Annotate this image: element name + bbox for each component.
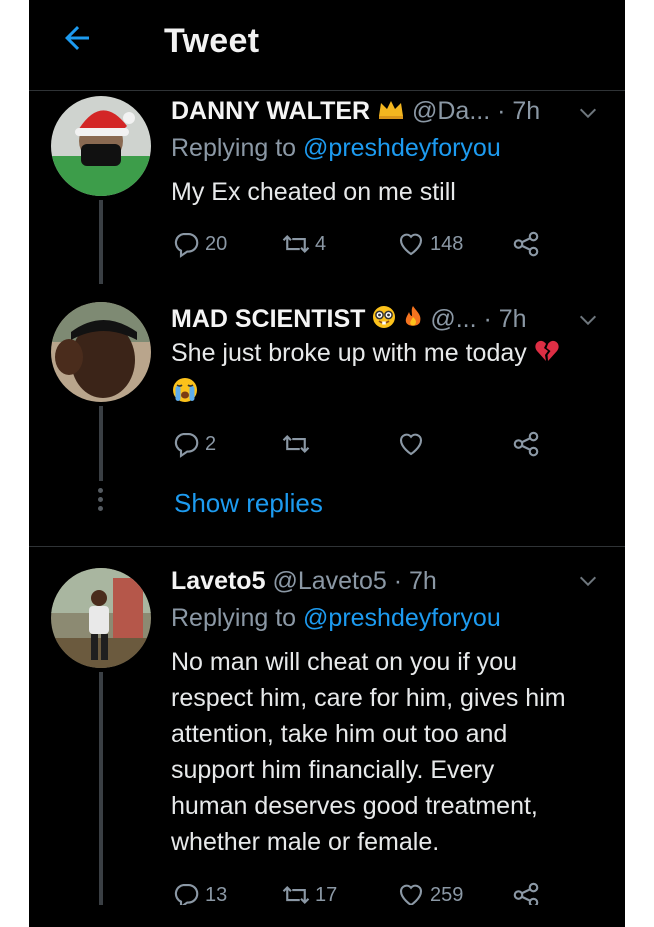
like-count: 259 [430,883,464,906]
avatar[interactable] [51,302,151,402]
back-button[interactable] [59,20,103,60]
timestamp[interactable]: · 7h [497,97,540,125]
handle[interactable]: @Da... [412,97,490,125]
retweet-button[interactable]: 4 [281,227,326,261]
tweet-laveto5[interactable]: Laveto5 @Laveto5 · 7h Replying to @presh… [29,560,625,909]
mention-link[interactable]: @preshdeyforyou [303,604,501,632]
tweet-text-line: attention, take him out too and [171,720,508,748]
replying-to: Replying to @preshdeyforyou [171,604,501,633]
retweet-count: 4 [315,232,327,255]
tweet-actions: 2 [171,427,591,461]
share-button[interactable] [511,427,541,461]
thread-line [99,200,103,284]
thread-dots [98,488,104,515]
retweet-icon [282,234,310,254]
reply-count: 2 [205,432,217,455]
mention-link[interactable]: @preshdeyforyou [303,134,501,162]
tweet-text-emoji-line [171,376,199,411]
crying-face-emoji [171,376,199,411]
display-name[interactable]: Laveto5 [171,567,265,595]
display-name[interactable]: MAD SCIENTIST [171,305,365,333]
retweet-icon [282,434,310,454]
tweet-text-line: She just broke up with me today [171,339,560,370]
crown-emoji [377,98,405,127]
bottom-edge [29,905,625,927]
tweet-actions: 20 4 148 [171,227,591,261]
tweet-text: No man will cheat on you if you respect … [171,644,601,860]
tweet-danny-walter[interactable]: DANNY WALTER @Da... · 7h Replying to @pr… [29,90,625,284]
tweet-text-line: support him financially. Every [171,756,495,784]
reply-count: 20 [205,232,228,255]
page-title: Tweet [164,22,260,60]
reply-icon [174,432,199,458]
reply-count: 13 [205,883,228,906]
broken-heart-emoji [534,339,560,370]
share-icon [513,231,539,257]
retweet-count: 17 [315,883,338,906]
reply-button[interactable]: 20 [171,227,227,261]
replying-to-label: Replying to [171,134,297,162]
like-button[interactable]: 148 [396,227,463,261]
fire-emoji [403,305,423,336]
tweet-text: She just broke up with me today [171,339,527,368]
like-count: 148 [430,232,464,255]
display-name[interactable]: DANNY WALTER [171,97,370,125]
avatar[interactable] [51,96,151,196]
thread-divider [29,546,625,547]
tweet-header: Laveto5 @Laveto5 · 7h [171,567,437,596]
show-replies-link[interactable]: Show replies [174,488,323,519]
chevron-down-icon[interactable] [577,309,599,331]
back-arrow-icon [65,26,89,50]
chevron-down-icon[interactable] [577,570,599,592]
reply-icon [174,232,199,258]
tweet-header: MAD SCIENTIST @... · 7h [171,305,527,336]
top-bar: Tweet [29,0,625,90]
timestamp[interactable]: · 7h [483,305,526,333]
tweet-thread-screen: Tweet DANNY WALTER @Da... · 7h Replying … [29,0,625,927]
thread-line [99,672,103,905]
retweet-button[interactable] [281,427,311,461]
tweet-mad-scientist[interactable]: MAD SCIENTIST @... · 7h She just broke u… [29,296,625,541]
share-button[interactable] [511,227,541,261]
like-button[interactable] [396,427,426,461]
thread-line [99,406,103,481]
handle[interactable]: @... [430,305,476,333]
replying-to: Replying to @preshdeyforyou [171,134,501,163]
replying-to-label: Replying to [171,604,297,632]
tweet-text: My Ex cheated on me still [171,178,456,206]
tweet-text-line: human deserves good treatment, [171,792,538,820]
timestamp[interactable]: · 7h [394,567,437,595]
tweet-text-line: whether male or female. [171,828,440,856]
like-icon [399,433,423,456]
tweet-text-line: respect him, care for him, gives him [171,684,566,712]
reply-button[interactable]: 2 [171,427,216,461]
like-icon [399,233,423,256]
tweet-text-line: No man will cheat on you if you [171,648,518,676]
nerd-face-emoji [372,305,396,336]
tweet-header: DANNY WALTER @Da... · 7h [171,97,540,127]
handle[interactable]: @Laveto5 [272,567,386,595]
share-icon [513,431,539,457]
avatar[interactable] [51,568,151,668]
chevron-down-icon[interactable] [577,102,599,124]
